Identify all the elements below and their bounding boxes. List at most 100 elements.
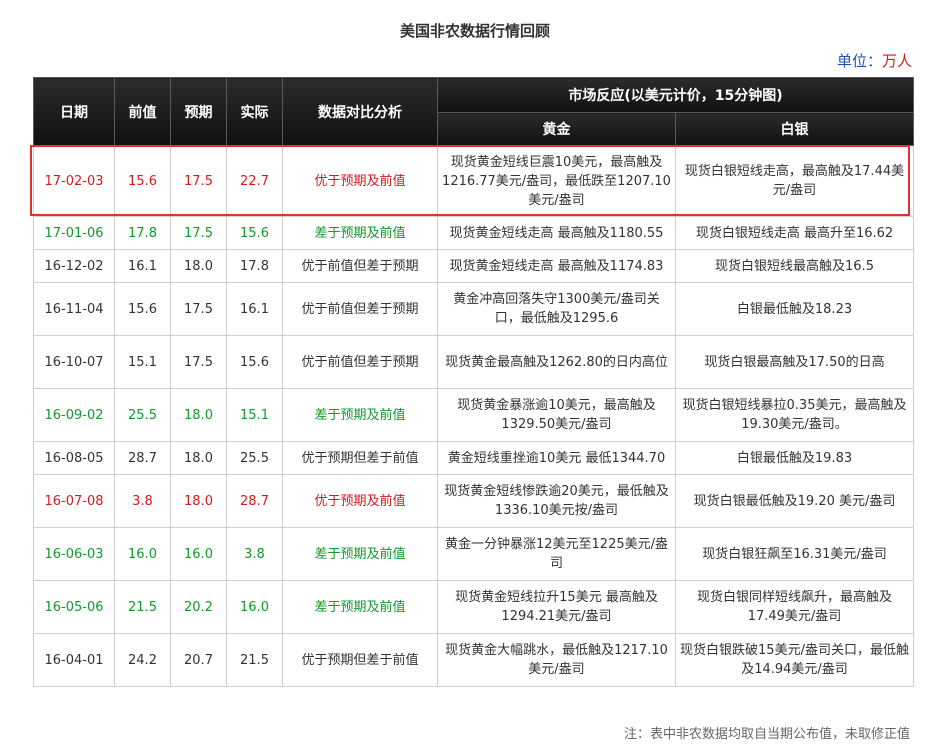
cell-date: 16-07-08 <box>33 474 115 528</box>
cell-forecast: 17.5 <box>170 282 227 336</box>
table-row: 17-01-06 17.8 17.5 15.6 差于预期及前值 现货黄金短线走高 最高触及… <box>33 216 914 250</box>
header-market: 市场反应(以美元计价，15分钟图) <box>437 77 914 113</box>
table-row: 16-07-08 3.8 18.0 28.7 优于预期及前值 现货黄金短线惨跌逾20美元，… <box>33 474 914 528</box>
table-row: 16-04-01 24.2 20.7 21.5 优于预期但差于前值 现货黄金大幅跳水，最低… <box>33 633 914 687</box>
cell-prev: 15.6 <box>114 145 171 217</box>
table-row: 16-11-04 15.6 17.5 16.1 优于前值但差于预期 黄金冲高回落失守130… <box>33 282 914 336</box>
cell-prev: 15.6 <box>114 282 171 336</box>
cell-analysis: 差于预期及前值 <box>282 527 438 581</box>
unit-value: 万人 <box>881 52 912 70</box>
cell-forecast: 18.0 <box>170 441 227 475</box>
cell-actual: 22.7 <box>226 145 283 217</box>
cell-actual: 17.8 <box>226 249 283 283</box>
footnote: 注：表中非农数据均取自当期公布值，未取修正值 <box>623 727 910 742</box>
cell-actual: 21.5 <box>226 633 283 687</box>
page-title: 美国非农数据行情回顾 <box>399 22 550 40</box>
cell-gold: 黄金短线重挫逾10美元 最低1344.70 <box>437 441 676 475</box>
cell-forecast: 18.0 <box>170 249 227 283</box>
cell-actual: 25.5 <box>226 441 283 475</box>
cell-prev: 3.8 <box>114 474 171 528</box>
table-row: 17-02-03 15.6 17.5 22.7 优于预期及前值 现货黄金短线巨震10美元，… <box>33 145 914 217</box>
cell-gold: 现货黄金短线拉升15美元 最高触及1294.21美元/盎司 <box>437 580 676 634</box>
cell-actual: 15.6 <box>226 216 283 250</box>
header-analysis: 数据对比分析 <box>282 77 438 146</box>
cell-analysis: 优于预期但差于前值 <box>282 441 438 475</box>
cell-prev: 16.1 <box>114 249 171 283</box>
cell-actual: 15.1 <box>226 388 283 442</box>
cell-analysis: 优于预期及前值 <box>282 145 438 217</box>
cell-forecast: 18.0 <box>170 388 227 442</box>
cell-prev: 24.2 <box>114 633 171 687</box>
table-row: 16-12-02 16.1 18.0 17.8 优于前值但差于预期 现货黄金短线走高 最高… <box>33 249 914 283</box>
table-row: 16-06-03 16.0 16.0 3.8 差于预期及前值 黄金一分钟暴涨12美元至12… <box>33 527 914 581</box>
cell-analysis: 优于预期及前值 <box>282 474 438 528</box>
cell-analysis: 差于预期及前值 <box>282 388 438 442</box>
cell-prev: 15.1 <box>114 335 171 389</box>
cell-forecast: 17.5 <box>170 216 227 250</box>
cell-gold: 现货黄金暴涨逾10美元，最高触及1329.50美元/盎司 <box>437 388 676 442</box>
header-forecast: 预期 <box>170 77 227 146</box>
cell-date: 16-10-07 <box>33 335 115 389</box>
cell-analysis: 优于前值但差于预期 <box>282 249 438 283</box>
cell-analysis: 优于预期但差于前值 <box>282 633 438 687</box>
cell-forecast: 20.7 <box>170 633 227 687</box>
cell-silver: 现货白银短线暴拉0.35美元，最高触及19.30美元/盎司。 <box>675 388 914 442</box>
cell-analysis: 优于前值但差于预期 <box>282 282 438 336</box>
table-row: 16-09-02 25.5 18.0 15.1 差于预期及前值 现货黄金暴涨逾10美元，最… <box>33 388 914 442</box>
header-silver: 白银 <box>675 112 914 146</box>
cell-gold: 黄金一分钟暴涨12美元至1225美元/盎司 <box>437 527 676 581</box>
cell-analysis: 优于前值但差于预期 <box>282 335 438 389</box>
cell-silver: 现货白银跌破15美元/盎司关口，最低触及14.94美元/盎司 <box>675 633 914 687</box>
cell-prev: 28.7 <box>114 441 171 475</box>
cell-forecast: 17.5 <box>170 145 227 217</box>
cell-analysis: 差于预期及前值 <box>282 580 438 634</box>
cell-gold: 现货黄金短线惨跌逾20美元，最低触及1336.10美元按/盎司 <box>437 474 676 528</box>
cell-prev: 25.5 <box>114 388 171 442</box>
header-date: 日期 <box>33 77 115 146</box>
table-row: 16-05-06 21.5 20.2 16.0 差于预期及前值 现货黄金短线拉升15美元 … <box>33 580 914 634</box>
cell-forecast: 18.0 <box>170 474 227 528</box>
cell-analysis: 差于预期及前值 <box>282 216 438 250</box>
cell-silver: 现货白银短线最高触及16.5 <box>675 249 914 283</box>
cell-silver: 现货白银同样短线飙升，最高触及17.49美元/盎司 <box>675 580 914 634</box>
unit-indicator: 单位：万人 <box>837 50 912 72</box>
cell-silver: 现货白银短线走高，最高触及17.44美元/盎司 <box>675 145 914 217</box>
cell-silver: 现货白银最高触及17.50的日高 <box>675 335 914 389</box>
cell-silver: 现货白银狂飙至16.31美元/盎司 <box>675 527 914 581</box>
nfp-table: 日期 前值 预期 实际 数据对比分析 市场反应(以美元计价，15分钟图) 黄金 … <box>33 77 914 687</box>
cell-actual: 28.7 <box>226 474 283 528</box>
cell-gold: 现货黄金短线巨震10美元，最高触及1216.77美元/盎司，最低跌至1207.1… <box>437 145 676 217</box>
cell-date: 16-11-04 <box>33 282 115 336</box>
cell-prev: 21.5 <box>114 580 171 634</box>
cell-gold: 现货黄金短线走高 最高触及1174.83 <box>437 249 676 283</box>
cell-date: 16-06-03 <box>33 527 115 581</box>
cell-gold: 现货黄金短线走高 最高触及1180.55 <box>437 216 676 250</box>
cell-date: 16-08-05 <box>33 441 115 475</box>
header-prev: 前值 <box>114 77 171 146</box>
header-gold: 黄金 <box>437 112 676 146</box>
cell-date: 16-05-06 <box>33 580 115 634</box>
table-body: 17-02-03 15.6 17.5 22.7 优于预期及前值 现货黄金短线巨震10美元，… <box>33 145 914 687</box>
unit-label: 单位： <box>836 52 882 70</box>
cell-forecast: 17.5 <box>170 335 227 389</box>
cell-silver: 现货白银最低触及19.20 美元/盎司 <box>675 474 914 528</box>
cell-actual: 3.8 <box>226 527 283 581</box>
cell-date: 16-12-02 <box>33 249 115 283</box>
cell-date: 17-01-06 <box>33 216 115 250</box>
cell-gold: 黄金冲高回落失守1300美元/盎司关口，最低触及1295.6 <box>437 282 676 336</box>
cell-forecast: 16.0 <box>170 527 227 581</box>
cell-silver: 现货白银短线走高 最高升至16.62 <box>675 216 914 250</box>
cell-prev: 16.0 <box>114 527 171 581</box>
cell-gold: 现货黄金最高触及1262.80的日内高位 <box>437 335 676 389</box>
cell-date: 16-09-02 <box>33 388 115 442</box>
cell-forecast: 20.2 <box>170 580 227 634</box>
cell-silver: 白银最低触及19.83 <box>675 441 914 475</box>
table-row: 16-10-07 15.1 17.5 15.6 优于前值但差于预期 现货黄金最高触及126… <box>33 335 914 389</box>
header-actual: 实际 <box>226 77 283 146</box>
cell-prev: 17.8 <box>114 216 171 250</box>
cell-actual: 16.1 <box>226 282 283 336</box>
cell-actual: 16.0 <box>226 580 283 634</box>
cell-date: 17-02-03 <box>33 145 115 217</box>
table-row: 16-08-05 28.7 18.0 25.5 优于预期但差于前值 黄金短线重挫逾10美元… <box>33 441 914 475</box>
cell-silver: 白银最低触及18.23 <box>675 282 914 336</box>
